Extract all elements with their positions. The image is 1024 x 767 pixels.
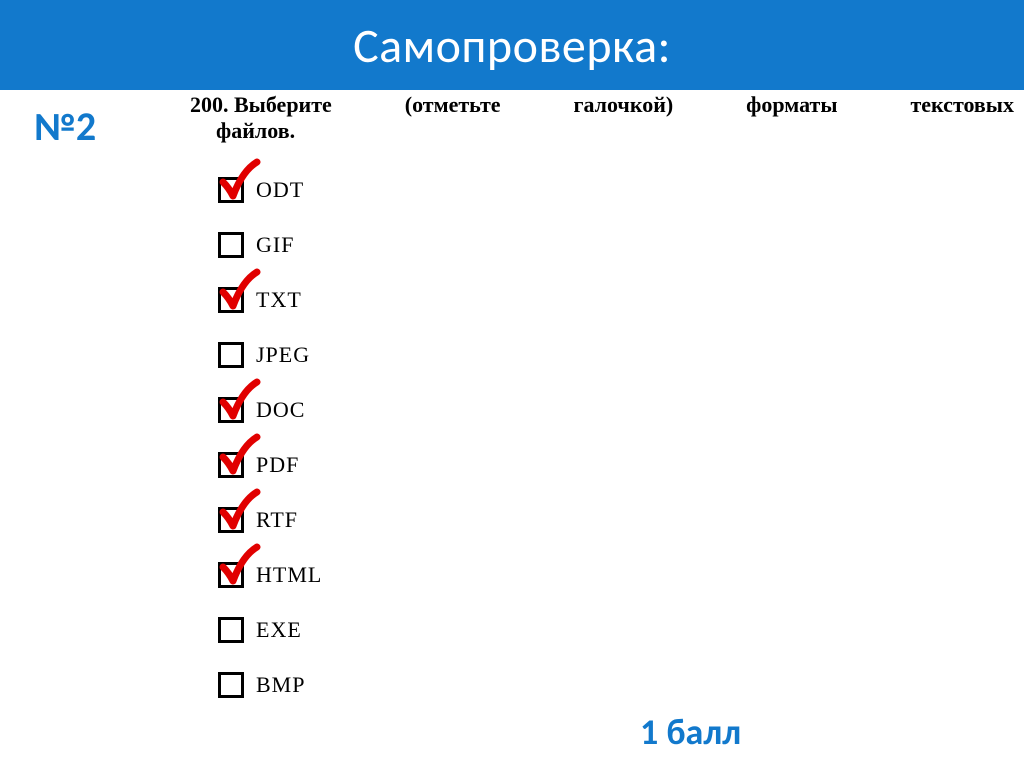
checkmark-icon xyxy=(217,378,261,422)
checkbox[interactable] xyxy=(218,507,244,533)
slide-title: Самопроверка: xyxy=(353,16,671,75)
option-label: PDF xyxy=(256,452,299,478)
option-label: DOC xyxy=(256,397,305,423)
task-number: 200. xyxy=(190,92,229,117)
option-label: JPEG xyxy=(256,342,310,368)
checkmark-icon xyxy=(217,488,261,532)
checkbox[interactable] xyxy=(218,617,244,643)
prompt-word-1: (отметьте xyxy=(405,90,501,120)
score-label: 1 балл xyxy=(640,710,741,754)
prompt-line: 200. Выберите (отметьте галочкой) формат… xyxy=(190,90,1024,120)
option-row: DOC xyxy=(218,382,322,437)
option-row: EXE xyxy=(218,602,322,657)
option-row: TXT xyxy=(218,272,322,327)
option-row: ODT xyxy=(218,162,322,217)
option-label: ODT xyxy=(256,177,304,203)
prompt-word-0: Выберите xyxy=(234,92,332,117)
prompt-word-4: текстовых xyxy=(910,90,1014,120)
option-row: HTML xyxy=(218,547,322,602)
checkbox[interactable] xyxy=(218,672,244,698)
checkmark-icon xyxy=(217,158,261,202)
slide-header: Самопроверка: xyxy=(0,0,1024,90)
checkbox[interactable] xyxy=(218,287,244,313)
option-label: HTML xyxy=(256,562,322,588)
option-row: RTF xyxy=(218,492,322,547)
checkbox[interactable] xyxy=(218,562,244,588)
checkbox[interactable] xyxy=(218,232,244,258)
prompt-word-2: галочкой) xyxy=(573,90,673,120)
checkmark-icon xyxy=(217,543,261,587)
option-row: GIF xyxy=(218,217,322,272)
option-label: BMP xyxy=(256,672,305,698)
options-list: ODT GIF TXT JPEG DOC PDF RTF HTML EXE BMP xyxy=(218,162,322,712)
option-label: RTF xyxy=(256,507,298,533)
checkmark-icon xyxy=(217,433,261,477)
checkbox[interactable] xyxy=(218,177,244,203)
slide-content: №2 200. Выберите (отметьте галочкой) фор… xyxy=(0,90,1024,108)
prompt-continuation: файлов. xyxy=(216,118,295,144)
checkmark-icon xyxy=(217,268,261,312)
checkbox[interactable] xyxy=(218,397,244,423)
option-label: EXE xyxy=(256,617,302,643)
question-block: 200. Выберите (отметьте галочкой) формат… xyxy=(190,90,1024,120)
prompt-word-3: форматы xyxy=(746,90,837,120)
option-row: PDF xyxy=(218,437,322,492)
checkbox[interactable] xyxy=(218,452,244,478)
option-row: BMP xyxy=(218,657,322,712)
question-marker: №2 xyxy=(34,102,96,151)
option-label: TXT xyxy=(256,287,302,313)
option-label: GIF xyxy=(256,232,294,258)
option-row: JPEG xyxy=(218,327,322,382)
checkbox[interactable] xyxy=(218,342,244,368)
